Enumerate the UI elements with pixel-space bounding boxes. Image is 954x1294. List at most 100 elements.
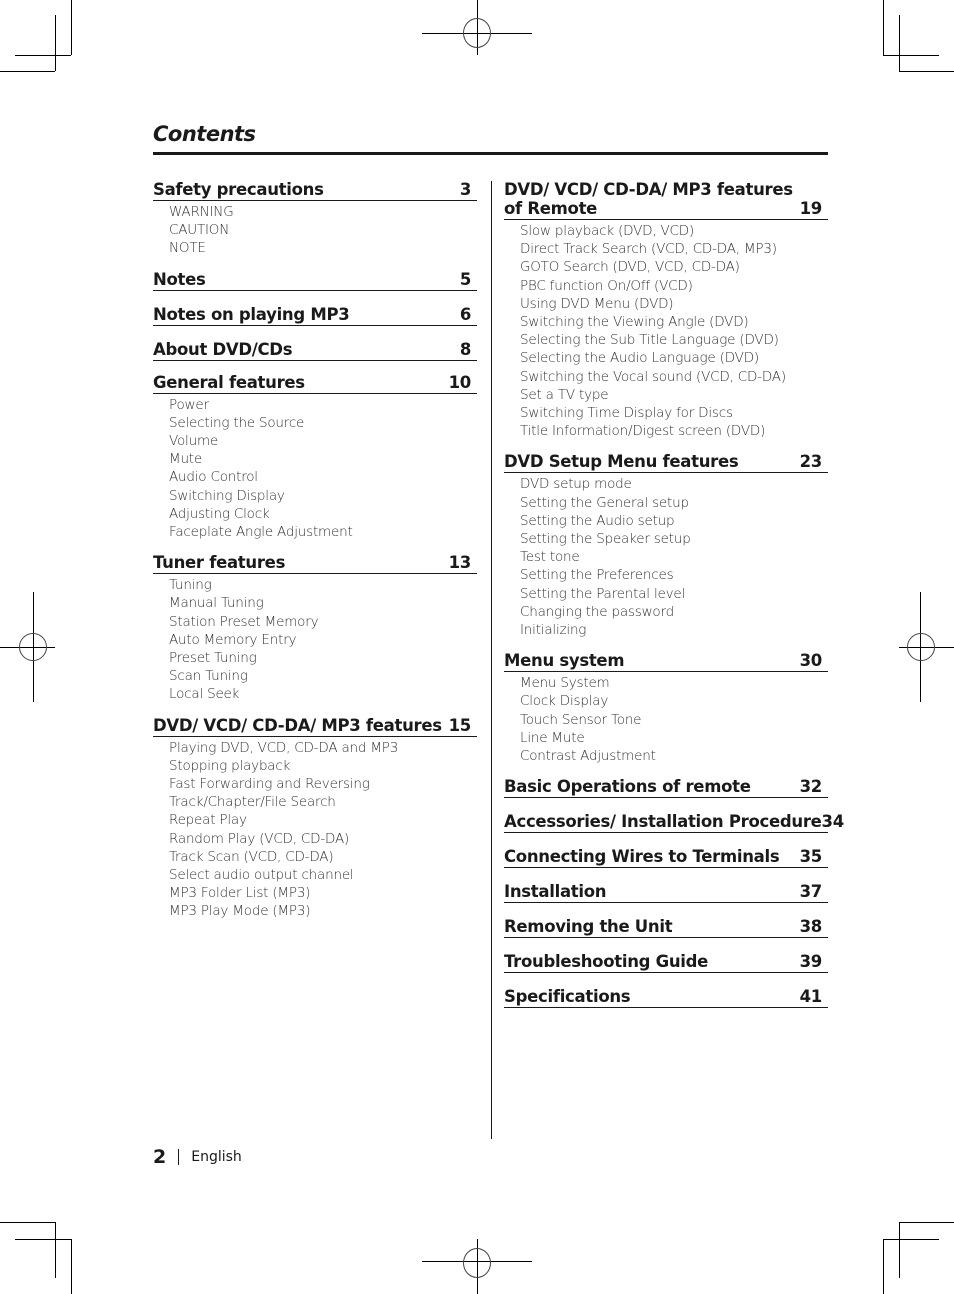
toc-subitem[interactable]: Test tone	[520, 548, 828, 566]
toc-section: Specifications 41	[504, 987, 828, 1009]
toc-heading-title: Accessories/ Installation Procedure	[504, 812, 822, 832]
toc-subitem[interactable]: Direct Track Search (VCD, CD-DA, MP3)	[520, 240, 828, 258]
toc-heading[interactable]: Notes 5	[153, 270, 477, 291]
toc-subitem[interactable]: Slow playback (DVD, VCD)	[520, 222, 828, 240]
toc-heading[interactable]: DVD Setup Menu features 23	[504, 452, 828, 474]
toc-section: Installation 37	[504, 882, 828, 904]
toc-subitem[interactable]: Adjusting Clock	[169, 505, 477, 523]
toc-subitem[interactable]: WARNING	[169, 203, 477, 221]
toc-subitem[interactable]: Playing DVD, VCD, CD-DA and MP3	[169, 739, 477, 757]
toc-subitem[interactable]: Tuning	[169, 576, 477, 594]
toc-heading[interactable]: Troubleshooting Guide 39	[504, 952, 828, 974]
toc-subitem[interactable]: Switching Time Display for Discs	[520, 404, 828, 422]
toc-subitem[interactable]: PBC function On/Off (VCD)	[520, 277, 828, 295]
toc-subitem[interactable]: Track Scan (VCD, CD-DA)	[169, 848, 477, 866]
toc-page-number: 10	[448, 372, 472, 392]
toc-heading[interactable]: DVD/ VCD/ CD-DA/ MP3 features 15	[153, 716, 477, 737]
toc-heading[interactable]: Safety precautions 3	[153, 180, 477, 201]
toc-subitem[interactable]: Setting the Parental level	[520, 585, 828, 603]
toc-heading-title: Notes	[153, 269, 206, 289]
page-title: Contents	[153, 122, 256, 146]
toc-heading[interactable]: Menu system 30	[504, 651, 828, 673]
toc-subitem[interactable]: Menu System	[520, 674, 828, 692]
toc-subitem[interactable]: Stopping playback	[169, 757, 477, 775]
toc-subitem[interactable]: Clock Display	[520, 692, 828, 710]
toc-subitem[interactable]: Manual Tuning	[169, 594, 477, 612]
toc-heading-title: Basic Operations of remote	[504, 777, 751, 797]
toc-subitem[interactable]: Setting the General setup	[520, 494, 828, 512]
toc-subitem[interactable]: Switching the Viewing Angle (DVD)	[520, 313, 828, 331]
toc-subitem[interactable]: Faceplate Angle Adjustment	[169, 523, 477, 541]
toc-heading[interactable]: About DVD/CDs 8	[153, 340, 477, 361]
toc-heading-title: Specifications	[504, 987, 631, 1007]
toc-subitem[interactable]: Selecting the Source	[169, 414, 477, 432]
toc-subitem-list: DVD setup mode Setting the General setup S…	[504, 475, 828, 639]
toc-subitem[interactable]: Contrast Adjustment	[520, 747, 828, 765]
title-rule	[153, 152, 828, 155]
toc-heading[interactable]: Connecting Wires to Terminals 35	[504, 847, 828, 869]
toc-subitem[interactable]: Title Information/Digest screen (DVD)	[520, 422, 828, 440]
toc-subitem[interactable]: Repeat Play	[169, 811, 477, 829]
toc-heading-title: Troubleshooting Guide	[504, 952, 709, 972]
toc-subitem[interactable]: Track/Chapter/File Search	[169, 793, 477, 811]
toc-heading-title: Connecting Wires to Terminals	[504, 847, 780, 867]
toc-subitem[interactable]: Changing the password	[520, 603, 828, 621]
toc-subitem[interactable]: Line Mute	[520, 729, 828, 747]
toc-subitem[interactable]: Setting the Audio setup	[520, 512, 828, 530]
toc-subitem[interactable]: Using DVD Menu (DVD)	[520, 295, 828, 313]
toc-subitem[interactable]: Station Preset Memory	[169, 613, 477, 631]
toc-heading-title: Tuner features	[153, 553, 286, 573]
toc-subitem[interactable]: Auto Memory Entry	[169, 631, 477, 649]
footer-language: English	[191, 1149, 242, 1165]
toc-subitem[interactable]: Set a TV type	[520, 386, 828, 404]
toc-subitem[interactable]: Power	[169, 396, 477, 414]
toc-heading-title: Notes on playing MP3	[153, 304, 350, 324]
toc-subitem[interactable]: Setting the Preferences	[520, 566, 828, 584]
toc-subitem[interactable]: Initializing	[520, 621, 828, 639]
toc-subitem[interactable]: Setting the Speaker setup	[520, 530, 828, 548]
toc-subitem[interactable]: GOTO Search (DVD, VCD, CD-DA)	[520, 258, 828, 276]
toc-subitem[interactable]: Switching the Vocal sound (VCD, CD-DA)	[520, 368, 828, 386]
toc-heading[interactable]: Specifications 41	[504, 987, 828, 1009]
toc-page-number: 30	[799, 651, 823, 671]
toc-heading-title: General features	[153, 372, 305, 392]
toc-subitem[interactable]: Volume	[169, 432, 477, 450]
toc-subitem[interactable]: Local Seek	[169, 685, 477, 703]
toc-subitem[interactable]: Scan Tuning	[169, 667, 477, 685]
toc-subitem[interactable]: Random Play (VCD, CD-DA)	[169, 830, 477, 848]
toc-heading[interactable]: Notes on playing MP3 6	[153, 305, 477, 326]
toc-subitem[interactable]: Mute	[169, 450, 477, 468]
toc-subitem[interactable]: Preset Tuning	[169, 649, 477, 667]
toc-subitem[interactable]: Audio Control	[169, 468, 477, 486]
toc-subitem[interactable]: Switching Display	[169, 487, 477, 505]
toc-subitem[interactable]: Selecting the Audio Language (DVD)	[520, 349, 828, 367]
toc-subitem[interactable]: Select audio output channel	[169, 866, 477, 884]
toc-subitem[interactable]: MP3 Play Mode (MP3)	[169, 902, 477, 920]
toc-heading[interactable]: Accessories/ Installation Procedure 34	[504, 812, 844, 834]
toc-subitem[interactable]: Touch Sensor Tone	[520, 711, 828, 729]
toc-subitem[interactable]: MP3 Folder List (MP3)	[169, 884, 477, 902]
toc-page-number: 38	[799, 917, 823, 937]
toc-subitem-list: Slow playback (DVD, VCD) Direct Track Sea…	[504, 222, 828, 440]
toc-section: General features 10 Power Selecting the Sou…	[153, 373, 477, 542]
toc-subitem[interactable]: DVD setup mode	[520, 475, 828, 493]
toc-heading[interactable]: DVD/ VCD/ CD-DA/ MP3 features of Remote 1…	[504, 180, 828, 220]
toc-page-number: 39	[799, 952, 823, 972]
page-footer: 2 English	[153, 1146, 242, 1168]
toc-section: Safety precautions 3 WARNING CAUTION NOTE	[153, 180, 477, 258]
toc-heading-title: DVD/ VCD/ CD-DA/ MP3 features	[153, 715, 442, 735]
toc-heading[interactable]: Tuner features 13	[153, 553, 477, 575]
toc-section: About DVD/CDs 8	[153, 340, 477, 361]
toc-subitem[interactable]: Selecting the Sub Title Language (DVD)	[520, 331, 828, 349]
toc-heading[interactable]: Removing the Unit 38	[504, 917, 828, 939]
toc-heading-title: DVD/ VCD/ CD-DA/ MP3 features of Remote	[504, 180, 793, 218]
toc-heading-title: Removing the Unit	[504, 917, 673, 937]
toc-heading[interactable]: Basic Operations of remote 32	[504, 777, 828, 799]
toc-subitem[interactable]: NOTE	[169, 239, 477, 257]
page-number: 2	[153, 1146, 167, 1168]
toc-page-number: 23	[799, 452, 823, 472]
toc-subitem[interactable]: CAUTION	[169, 221, 477, 239]
toc-heading[interactable]: Installation 37	[504, 882, 828, 904]
toc-subitem[interactable]: Fast Forwarding and Reversing	[169, 775, 477, 793]
toc-heading[interactable]: General features 10	[153, 373, 477, 394]
